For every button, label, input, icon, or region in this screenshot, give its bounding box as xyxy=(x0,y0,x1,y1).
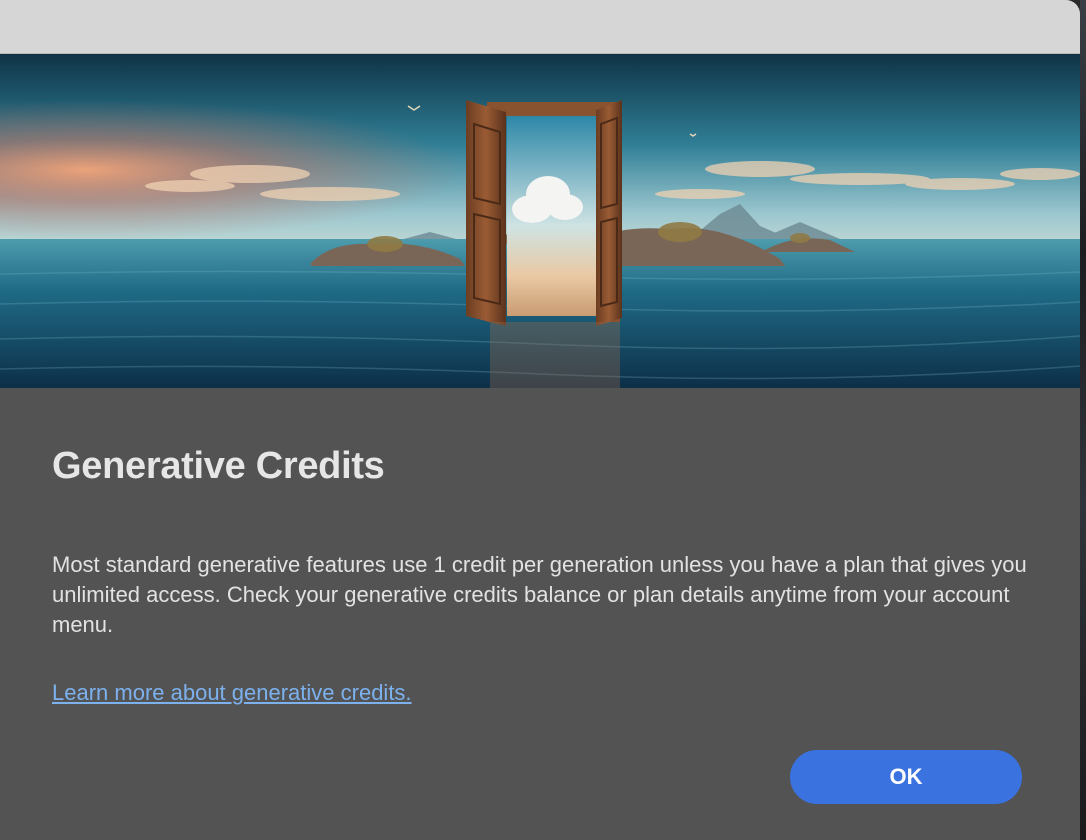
generative-credits-dialog: Generative Credits Most standard generat… xyxy=(0,0,1080,840)
window-titlebar[interactable] xyxy=(0,0,1080,54)
hero-image xyxy=(0,54,1080,388)
background-window-edge xyxy=(1080,0,1086,840)
ok-button[interactable]: OK xyxy=(790,750,1022,804)
learn-more-link[interactable]: Learn more about generative credits. xyxy=(52,680,412,706)
dialog-title: Generative Credits xyxy=(52,445,385,487)
dialog-description: Most standard generative features use 1 … xyxy=(52,552,1027,637)
